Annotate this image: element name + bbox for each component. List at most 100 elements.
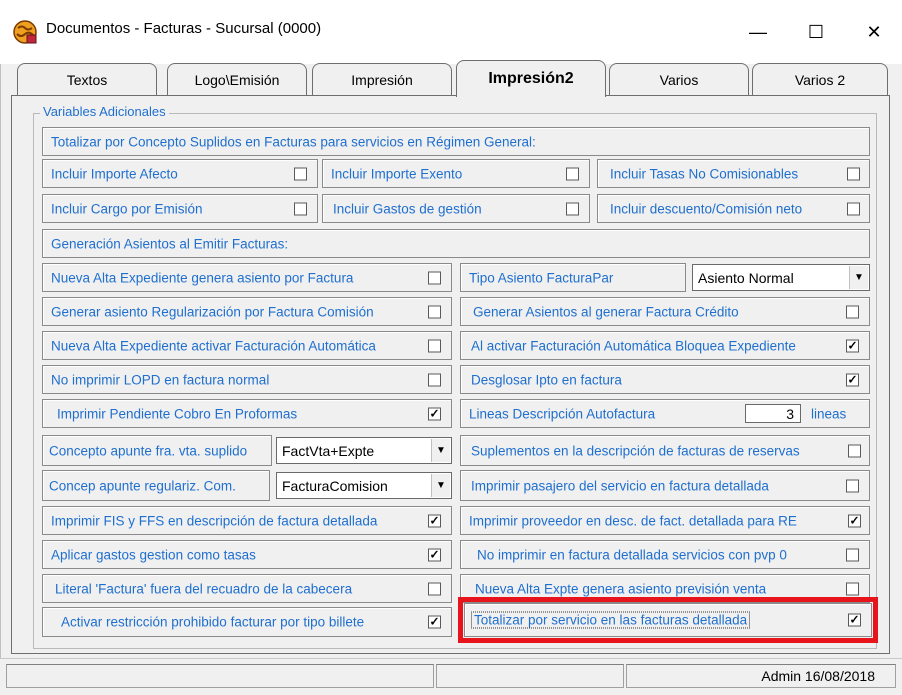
checkbox-checked[interactable]: ✓: [848, 514, 861, 527]
tab-impresion2[interactable]: Impresión2: [456, 60, 606, 97]
combo-box[interactable]: FactVta+Expte ▼: [276, 437, 452, 464]
checkbox[interactable]: [428, 373, 441, 386]
option-regularizacion-comision[interactable]: Generar asiento Regularización por Factu…: [42, 297, 452, 326]
title-bar: Documentos - Facturas - Sucursal (0000) …: [0, 0, 902, 64]
tab-logo-emision[interactable]: Logo\Emisión: [167, 63, 307, 95]
chevron-down-icon[interactable]: ▼: [431, 439, 450, 462]
checkbox[interactable]: [294, 202, 307, 215]
checkbox[interactable]: [428, 582, 441, 595]
option-tasas-no-comisionables[interactable]: Incluir Tasas No Comisionables: [597, 159, 870, 188]
option-label: Incluir Tasas No Comisionables: [610, 166, 799, 181]
option-alta-genera-asiento[interactable]: Nueva Alta Expediente genera asiento por…: [42, 263, 452, 292]
checkbox[interactable]: [847, 167, 860, 180]
combo-value: FactVta+Expte: [282, 442, 375, 459]
checkbox[interactable]: [428, 339, 441, 352]
checkbox[interactable]: [294, 167, 307, 180]
option-label: No imprimir LOPD en factura normal: [51, 372, 270, 387]
option-label: Incluir Importe Exento: [331, 166, 463, 181]
option-no-imprimir-pvp0[interactable]: No imprimir en factura detallada servici…: [460, 540, 870, 569]
option-no-imprimir-lopd[interactable]: No imprimir LOPD en factura normal: [42, 365, 452, 394]
tipo-asiento-label-cell: Tipo Asiento FacturaPar: [460, 263, 686, 292]
checkbox[interactable]: [428, 271, 441, 284]
chevron-down-icon[interactable]: ▼: [431, 474, 450, 497]
tab-textos[interactable]: Textos: [17, 63, 157, 95]
checkbox[interactable]: [428, 305, 441, 318]
option-lineas-autofactura[interactable]: Lineas Descripción Autofactura 3 lineas: [460, 399, 870, 428]
checkbox[interactable]: [846, 305, 859, 318]
option-label: Lineas Descripción Autofactura: [469, 406, 656, 421]
status-panel-2: [436, 664, 624, 688]
maximize-button[interactable]: ☐: [793, 14, 839, 50]
option-label: Nueva Alta Expediente activar Facturació…: [51, 338, 376, 353]
checkbox-checked[interactable]: ✓: [428, 407, 441, 420]
option-literal-factura[interactable]: Literal 'Factura' fuera del recuadro de …: [42, 574, 452, 603]
option-bloquea-expediente[interactable]: Al activar Facturación Automática Bloque…: [460, 331, 870, 360]
tab-label: Impresión: [351, 71, 413, 88]
chevron-down-icon[interactable]: ▼: [849, 266, 868, 289]
tab-label: Varios: [659, 71, 699, 88]
checkbox-checked[interactable]: ✓: [428, 615, 441, 629]
checkbox[interactable]: [846, 479, 859, 492]
concep-regulariz-combo[interactable]: FacturaComision ▼: [276, 470, 452, 501]
section-suplidos-header: Totalizar por Concepto Suplidos en Factu…: [42, 127, 870, 156]
minimize-button[interactable]: —: [735, 14, 781, 50]
option-gastos-como-tasas[interactable]: Aplicar gastos gestion como tasas ✓: [42, 540, 452, 569]
option-label: Tipo Asiento FacturaPar: [469, 270, 614, 285]
option-proveedor-re[interactable]: Imprimir proveedor en desc. de fact. det…: [460, 506, 870, 535]
status-panel-3: Admin 16/08/2018: [626, 664, 896, 688]
option-importe-exento[interactable]: Incluir Importe Exento: [322, 159, 590, 188]
checkbox[interactable]: [566, 202, 579, 215]
option-label: Incluir Cargo por Emisión: [51, 201, 203, 216]
checkbox[interactable]: [847, 202, 860, 215]
option-asientos-factura-credito[interactable]: Generar Asientos al generar Factura Créd…: [460, 297, 870, 326]
checkbox[interactable]: [566, 167, 579, 180]
option-label: Activar restricción prohibido facturar p…: [61, 614, 365, 630]
option-cargo-emision[interactable]: Incluir Cargo por Emisión: [42, 194, 318, 223]
checkbox-checked[interactable]: ✓: [846, 339, 859, 352]
combo-box[interactable]: Asiento Normal ▼: [692, 264, 870, 291]
option-restriccion-tipo-billete[interactable]: Activar restricción prohibido facturar p…: [42, 607, 452, 637]
checkbox[interactable]: [848, 444, 861, 457]
tipo-asiento-combo[interactable]: Asiento Normal ▼: [692, 263, 870, 292]
option-label: Generar asiento Regularización por Factu…: [51, 304, 374, 319]
option-fis-ffs[interactable]: Imprimir FIS y FFS en descripción de fac…: [42, 506, 452, 535]
tab-label: Textos: [66, 71, 108, 88]
checkbox[interactable]: [846, 548, 859, 561]
tab-varios[interactable]: Varios: [609, 63, 749, 95]
option-label: Suplementos en la descripción de factura…: [471, 443, 800, 458]
option-label: Literal 'Factura' fuera del recuadro de …: [55, 581, 353, 596]
group-legend: Variables Adicionales: [40, 104, 169, 119]
tab-label: Logo\Emisión: [194, 71, 280, 88]
close-button[interactable]: ✕: [851, 14, 897, 50]
option-descuento-comision-neto[interactable]: Incluir descuento/Comisión neto: [597, 194, 870, 223]
option-gastos-gestion[interactable]: Incluir Gastos de gestión: [322, 194, 590, 223]
option-label: Imprimir FIS y FFS en descripción de fac…: [51, 513, 378, 528]
checkbox-checked[interactable]: ✓: [428, 548, 441, 561]
option-label: Nueva Alta Expte genera asiento previsió…: [475, 581, 767, 596]
option-importe-afecto[interactable]: Incluir Importe Afecto: [42, 159, 318, 188]
option-label: Concepto apunte fra. vta. suplido: [49, 443, 248, 458]
checkbox-checked[interactable]: ✓: [846, 373, 859, 386]
checkbox[interactable]: [846, 582, 859, 595]
option-pendiente-cobro-proformas[interactable]: Imprimir Pendiente Cobro En Proformas ✓: [42, 399, 452, 428]
status-panel-1: [6, 664, 434, 688]
combo-value: FacturaComision: [282, 477, 388, 494]
option-alta-facturacion-automatica[interactable]: Nueva Alta Expediente activar Facturació…: [42, 331, 452, 360]
concepto-suplido-combo[interactable]: FactVta+Expte ▼: [276, 435, 452, 466]
lineas-number-input[interactable]: 3: [745, 404, 801, 423]
option-label: Al activar Facturación Automática Bloque…: [471, 338, 796, 353]
option-desglosar-ipto[interactable]: Desglosar Ipto en factura ✓: [460, 365, 870, 394]
option-label: Nueva Alta Expediente genera asiento por…: [51, 270, 354, 285]
option-pasajero-detallada[interactable]: Imprimir pasajero del servicio en factur…: [460, 470, 870, 501]
combo-box[interactable]: FacturaComision ▼: [276, 472, 452, 499]
tab-varios-2[interactable]: Varios 2: [752, 63, 888, 95]
option-label: Desglosar Ipto en factura: [471, 372, 622, 387]
section-label: Generación Asientos al Emitir Facturas:: [51, 236, 289, 251]
option-suplementos-reservas[interactable]: Suplementos en la descripción de factura…: [460, 435, 870, 466]
checkbox-checked[interactable]: ✓: [428, 514, 441, 527]
tab-impresion[interactable]: Impresión: [312, 63, 452, 95]
window-title: Documentos - Facturas - Sucursal (0000): [46, 20, 322, 37]
status-text: Admin 16/08/2018: [761, 668, 875, 684]
lineas-suffix: lineas: [811, 406, 847, 421]
option-label: Generar Asientos al generar Factura Créd…: [473, 304, 739, 319]
